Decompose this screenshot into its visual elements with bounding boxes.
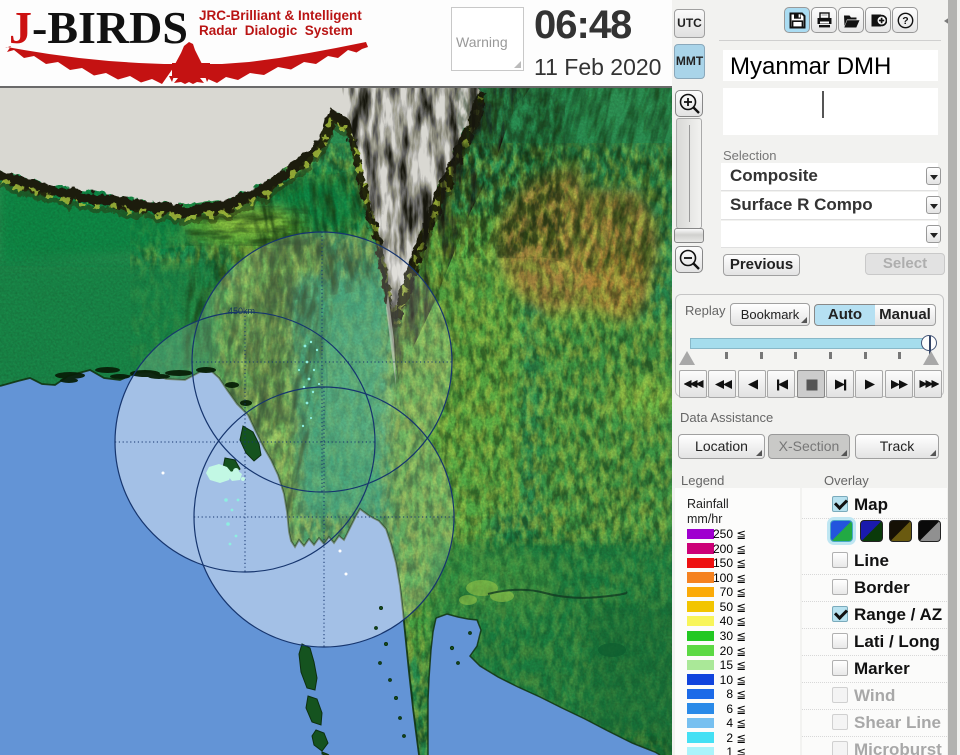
- svg-text:450km: 450km: [228, 306, 255, 316]
- svg-text:?: ?: [902, 15, 908, 27]
